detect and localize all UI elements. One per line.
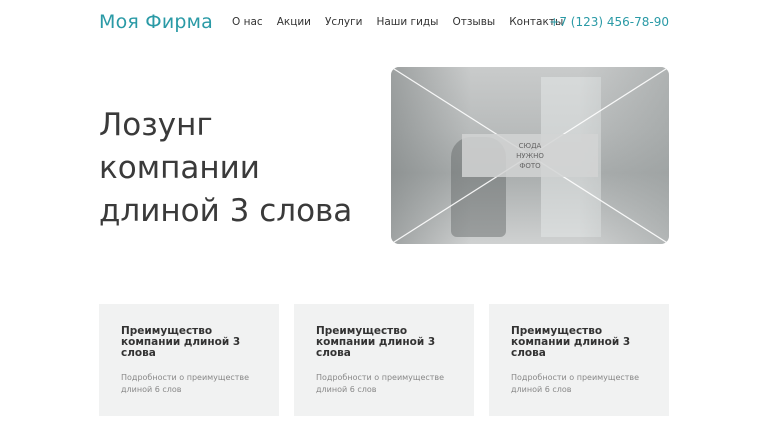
advantage-card-3: Преимущество компании длиной 3 слова Под… xyxy=(489,304,669,416)
company-logo[interactable]: Моя Фирма xyxy=(99,11,213,33)
advantage-text: Подробности о преимуществе длиной 6 слов xyxy=(316,373,445,394)
advantage-title: Преимущество компании длиной 3 слова xyxy=(511,325,631,359)
nav-link-about[interactable]: О нас xyxy=(232,16,263,28)
advantage-title: Преимущество компании длиной 3 слова xyxy=(316,325,436,359)
nav-link-guides[interactable]: Наши гиды xyxy=(376,16,438,28)
hero-slogan: Лозунг компании длиной 3 слова xyxy=(99,107,353,229)
nav-link-promotions[interactable]: Акции xyxy=(277,16,311,28)
advantage-card-2: Преимущество компании длиной 3 слова Под… xyxy=(294,304,474,416)
main-nav: О нас Акции Услуги Наши гиды Отзывы Конт… xyxy=(232,16,577,28)
site-header: Моя Фирма О нас Акции Услуги Наши гиды О… xyxy=(0,0,768,46)
nav-link-reviews[interactable]: Отзывы xyxy=(452,16,495,28)
photo-label-line: НУЖНО xyxy=(516,151,544,160)
nav-link-services[interactable]: Услуги xyxy=(325,16,362,28)
photo-placeholder-label: СЮДА НУЖНО ФОТО xyxy=(462,134,598,177)
photo-label-line: СЮДА xyxy=(518,141,542,150)
advantage-text: Подробности о преимуществе длиной 6 слов xyxy=(511,373,640,394)
advantage-card-1: Преимущество компании длиной 3 слова Под… xyxy=(99,304,279,416)
hero-photo-placeholder: СЮДА НУЖНО ФОТО xyxy=(391,67,669,244)
photo-label-line: ФОТО xyxy=(519,161,541,170)
advantage-text: Подробности о преимуществе длиной 6 слов xyxy=(121,373,250,394)
advantage-title: Преимущество компании длиной 3 слова xyxy=(121,325,241,359)
phone-number[interactable]: +7 (123) 456-78-90 xyxy=(549,15,669,29)
